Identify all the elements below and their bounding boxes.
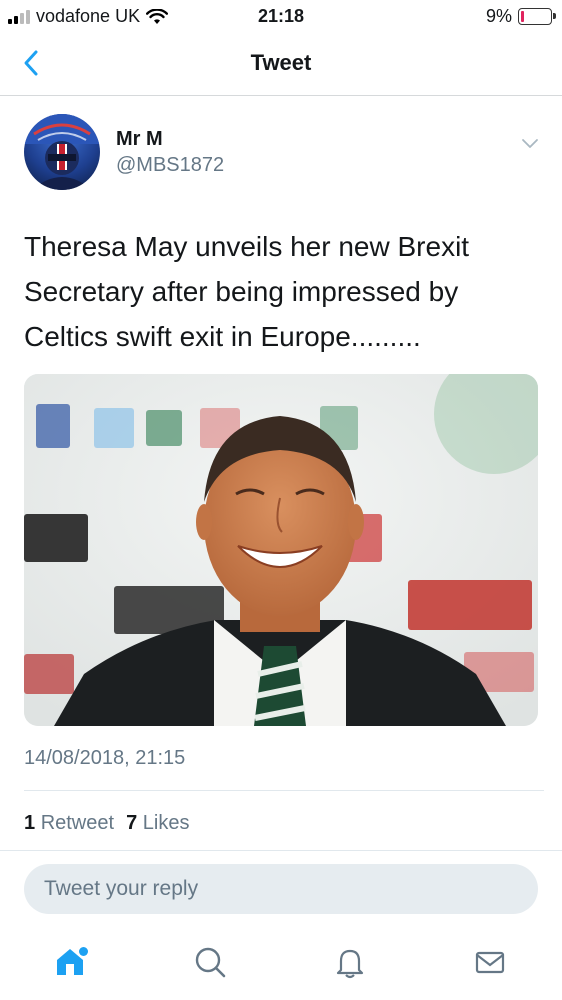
likes-label: Likes <box>142 812 190 834</box>
divider <box>24 790 544 791</box>
battery-icon <box>518 8 556 25</box>
author-display-name[interactable]: Mr M <box>116 128 163 151</box>
status-right: 9% <box>485 6 556 27</box>
tweet-timestamp: 14/08/2018, 21:15 <box>24 747 186 769</box>
likes-count: 7 <box>126 812 138 834</box>
avatar-image <box>24 114 100 190</box>
notifications-icon <box>336 949 364 979</box>
status-bar: vodafone UK 21:18 9% <box>0 0 562 34</box>
retweets-stat[interactable]: 1 Retweet <box>24 812 114 835</box>
chevron-down-icon <box>522 139 538 148</box>
avatar[interactable] <box>24 114 100 190</box>
tab-home[interactable] <box>50 942 90 982</box>
reply-placeholder: Tweet your reply <box>44 877 199 900</box>
page-title: Tweet <box>250 50 312 75</box>
tweet-stats: 1 Retweet 7 Likes <box>24 812 189 835</box>
retweets-label: Retweet <box>40 812 115 834</box>
reply-input[interactable]: Tweet your reply <box>24 864 538 914</box>
press-conference-photo <box>24 374 538 726</box>
tweet-text: Theresa May unveils her new Brexit Secre… <box>24 231 470 352</box>
battery-level-fill <box>521 11 525 22</box>
retweets-count: 1 <box>24 812 36 834</box>
messages-icon <box>475 951 505 974</box>
home-unread-dot <box>79 947 88 956</box>
divider <box>0 850 562 851</box>
battery-percent: 9% <box>485 6 512 26</box>
search-icon <box>195 947 226 978</box>
tweet-media-photo[interactable] <box>24 374 538 726</box>
tab-search[interactable] <box>190 942 230 982</box>
tab-notifications[interactable] <box>330 942 370 982</box>
tab-messages[interactable] <box>470 942 510 982</box>
author-handle[interactable]: @MBS1872 <box>116 154 224 177</box>
navigation-bar: Tweet <box>0 34 562 96</box>
bottom-tab-bar <box>0 930 562 1000</box>
clock: 21:18 <box>257 6 305 26</box>
likes-stat[interactable]: 7 Likes <box>126 812 189 835</box>
more-options-button[interactable] <box>518 132 542 156</box>
